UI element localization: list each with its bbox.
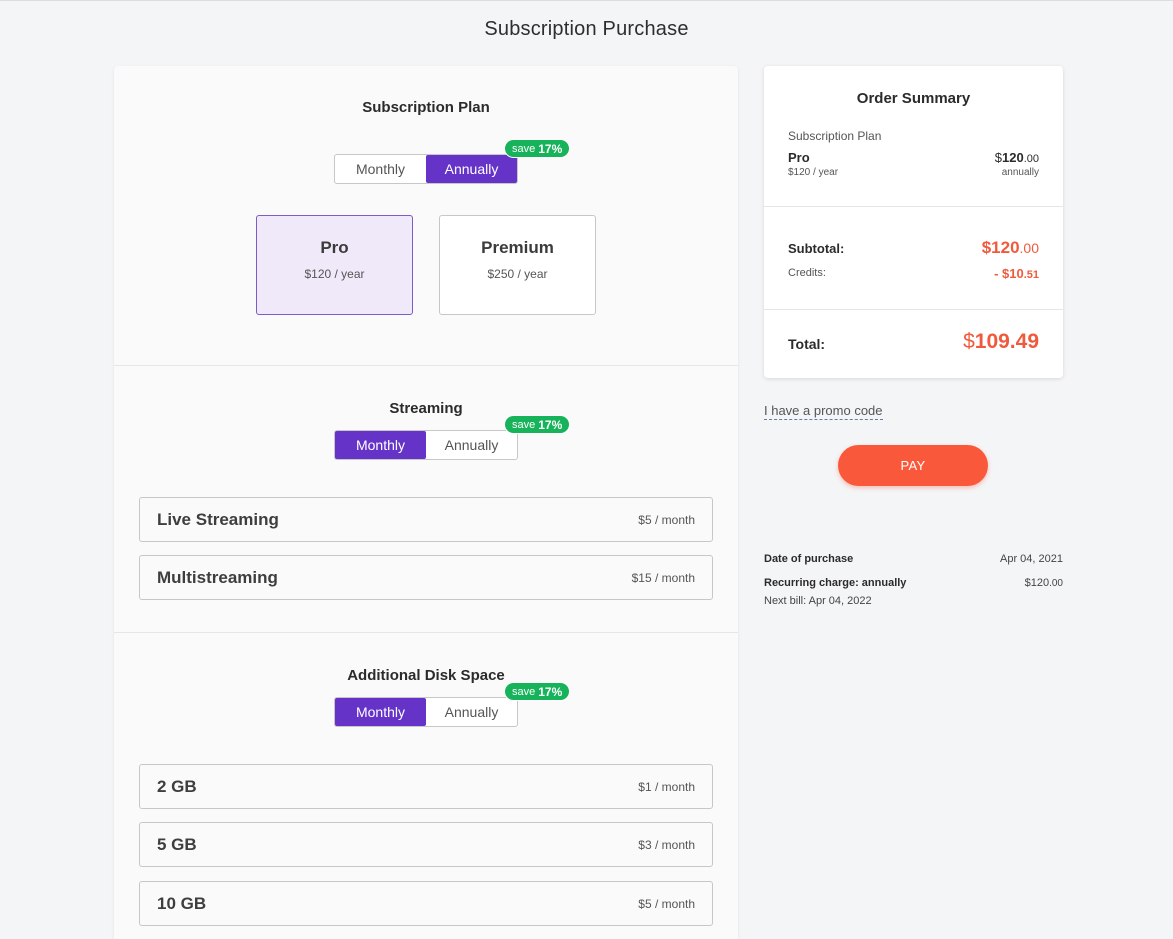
subtotal-cents: .00 — [1019, 240, 1039, 256]
recurring-label: Recurring charge: annually — [764, 577, 907, 589]
plan-price: $250 / year — [487, 267, 548, 281]
recurring-main: $120 — [1024, 577, 1050, 589]
plan-billing-toggle: Monthly Annually — [334, 154, 518, 184]
section-title: Subscription Plan — [362, 99, 490, 116]
summary-plan-sub: $120 / year — [788, 167, 839, 178]
page-title: Subscription Purchase — [484, 18, 689, 40]
subtotal-main: $120 — [981, 238, 1020, 257]
price-main: 120 — [1002, 150, 1024, 165]
save-badge: save 17% — [504, 415, 571, 434]
option-name: 5 GB — [157, 834, 197, 854]
save-badge-value: 17% — [538, 684, 563, 699]
plan-card-pro[interactable]: Pro $120 / year — [256, 215, 413, 315]
price-currency: $ — [994, 150, 1002, 165]
toggle-annually[interactable]: Annually — [426, 698, 517, 726]
option-price: $3 / month — [638, 837, 695, 852]
plan-card-premium[interactable]: Premium $250 / year — [439, 215, 596, 315]
summary-title: Order Summary — [856, 90, 971, 107]
plan-price: $120 / year — [304, 267, 365, 281]
summary-plan-name: Pro — [788, 150, 810, 165]
price-cents: .00 — [1023, 153, 1039, 165]
option-name: Live Streaming — [157, 509, 279, 529]
disk-billing-toggle: Monthly Annually — [334, 697, 518, 727]
recurring-value: $120.00 — [1025, 577, 1063, 589]
option-5gb[interactable]: 5 GB $3 / month — [139, 822, 713, 867]
credits-label: Credits: — [788, 267, 826, 279]
pay-button[interactable]: PAY — [838, 445, 988, 486]
option-10gb[interactable]: 10 GB $5 / month — [139, 881, 713, 926]
total-value: $109.49 — [963, 330, 1039, 354]
date-label: Date of purchase — [764, 553, 854, 565]
option-price: $5 / month — [638, 896, 695, 911]
plan-configuration-card: Subscription Plan Monthly Annually save … — [114, 66, 738, 939]
option-price: $5 / month — [638, 512, 695, 527]
option-name: 2 GB — [157, 776, 197, 796]
total-currency: $ — [963, 330, 975, 353]
divider — [764, 309, 1063, 310]
plan-name: Pro — [320, 238, 349, 257]
save-badge-prefix: save — [512, 142, 536, 155]
next-bill-text: Next bill: Apr 04, 2022 — [764, 595, 872, 607]
save-badge-value: 17% — [538, 141, 563, 156]
option-multistreaming[interactable]: Multistreaming $15 / month — [139, 555, 713, 600]
total-amount: 109.49 — [974, 330, 1039, 353]
option-price: $1 / month — [638, 779, 695, 794]
save-badge-prefix: save — [512, 418, 536, 431]
credits-main: - $10 — [994, 266, 1024, 281]
toggle-annually[interactable]: Annually — [426, 431, 517, 459]
toggle-monthly[interactable]: Monthly — [335, 698, 426, 726]
option-live-streaming[interactable]: Live Streaming $5 / month — [139, 497, 713, 542]
promo-code-link[interactable]: I have a promo code — [764, 403, 883, 420]
date-value: Apr 04, 2021 — [1000, 553, 1063, 565]
streaming-section: Streaming Monthly Annually save 17% Live… — [114, 366, 738, 633]
summary-plan-label: Subscription Plan — [788, 129, 882, 143]
credits-cents: .51 — [1023, 269, 1039, 281]
option-price: $15 / month — [631, 570, 695, 585]
toggle-annually[interactable]: Annually — [426, 155, 517, 183]
plan-name: Premium — [481, 238, 554, 257]
recurring-cents: .00 — [1049, 578, 1063, 589]
option-2gb[interactable]: 2 GB $1 / month — [139, 764, 713, 809]
toggle-monthly[interactable]: Monthly — [335, 155, 426, 183]
section-title: Additional Disk Space — [347, 667, 505, 684]
option-name: Multistreaming — [157, 567, 278, 587]
total-label: Total: — [788, 336, 826, 352]
streaming-billing-toggle: Monthly Annually — [334, 430, 518, 460]
save-badge: save 17% — [504, 139, 571, 158]
summary-plan-price: $120.00 — [995, 150, 1039, 165]
summary-plan-period: annually — [1001, 167, 1039, 178]
divider — [764, 206, 1063, 207]
save-badge-prefix: save — [512, 685, 536, 698]
save-badge: save 17% — [504, 682, 571, 701]
order-summary-card: Order Summary Subscription Plan Pro $120… — [764, 66, 1063, 378]
credits-value: - $10.51 — [994, 266, 1039, 281]
save-badge-value: 17% — [538, 417, 563, 432]
subtotal-label: Subtotal: — [788, 241, 845, 256]
section-title: Streaming — [389, 400, 463, 417]
subtotal-value: $120.00 — [982, 238, 1039, 258]
subscription-plan-section: Subscription Plan Monthly Annually save … — [114, 66, 738, 366]
toggle-monthly[interactable]: Monthly — [335, 431, 426, 459]
option-name: 10 GB — [157, 893, 207, 913]
